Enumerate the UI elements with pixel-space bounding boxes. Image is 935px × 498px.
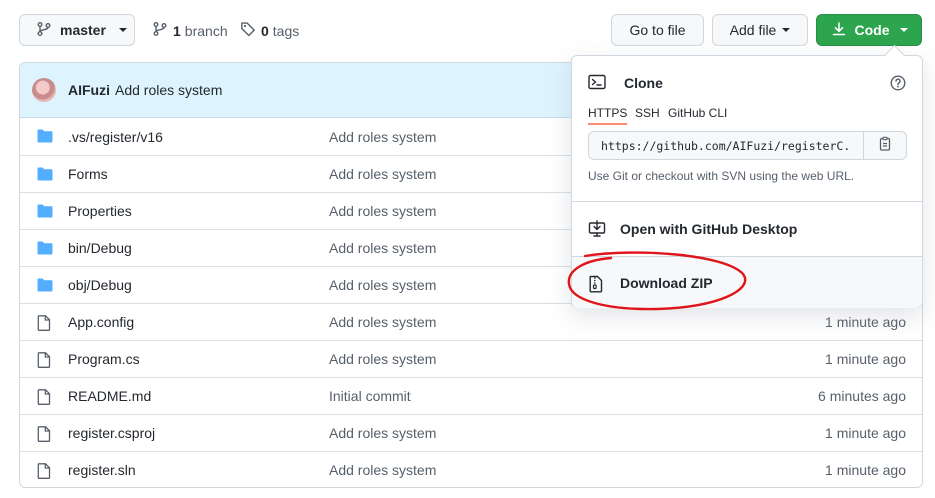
- code-button[interactable]: Code: [816, 14, 922, 46]
- file-row[interactable]: README.md Initial commit 6 minutes ago: [20, 377, 922, 414]
- file-name[interactable]: register.csproj: [68, 425, 155, 441]
- commit-message-link[interactable]: Add roles system: [329, 277, 436, 293]
- commit-message-link[interactable]: Add roles system: [329, 166, 436, 182]
- question-icon[interactable]: [890, 75, 906, 94]
- git-branch-icon: [36, 21, 52, 40]
- clone-url-group: [588, 131, 907, 160]
- branch-select-button[interactable]: master: [19, 14, 135, 46]
- commit-message-link[interactable]: Initial commit: [329, 388, 411, 404]
- chevron-down-icon: [118, 28, 127, 32]
- file-row[interactable]: App.config Add roles system 1 minute ago: [20, 303, 922, 340]
- avatar[interactable]: [32, 78, 56, 102]
- commit-message-link[interactable]: Add roles system: [329, 240, 436, 256]
- commit-message[interactable]: Add roles system: [115, 82, 222, 98]
- tag-count: 0: [261, 22, 269, 39]
- folder-icon: [37, 278, 53, 295]
- terminal-icon: [588, 74, 606, 93]
- commit-time: 1 minute ago: [825, 314, 906, 330]
- tab-github-cli[interactable]: GitHub CLI: [668, 106, 727, 120]
- commit-message-link[interactable]: Add roles system: [329, 129, 436, 145]
- clone-hint: Use Git or checkout with SVN using the w…: [588, 169, 855, 183]
- download-icon: [831, 21, 847, 40]
- tag-word: tags: [272, 22, 300, 39]
- add-file-button[interactable]: Add file: [712, 14, 808, 46]
- file-name[interactable]: register.sln: [68, 462, 136, 478]
- file-row[interactable]: Program.cs Add roles system 1 minute ago: [20, 340, 922, 377]
- commit-message-link[interactable]: Add roles system: [329, 425, 436, 441]
- file-name[interactable]: Forms: [68, 166, 108, 182]
- code-label: Code: [854, 22, 890, 38]
- file-name[interactable]: App.config: [68, 314, 134, 330]
- file-icon: [37, 352, 51, 371]
- open-with-github-desktop[interactable]: Open with GitHub Desktop: [572, 202, 922, 255]
- download-zip[interactable]: Download ZIP: [572, 256, 922, 308]
- branch-name: master: [60, 22, 106, 38]
- commit-message-link[interactable]: Add roles system: [329, 203, 436, 219]
- file-name[interactable]: Program.cs: [68, 351, 140, 367]
- download-zip-label: Download ZIP: [620, 274, 713, 291]
- commit-time: 1 minute ago: [825, 462, 906, 478]
- file-row[interactable]: register.csproj Add roles system 1 minute …: [20, 414, 922, 451]
- tags-link[interactable]: 0 tags: [240, 21, 299, 40]
- commit-message-link[interactable]: Add roles system: [329, 351, 436, 367]
- commit-time: 1 minute ago: [825, 351, 906, 367]
- file-icon: [37, 426, 51, 445]
- folder-icon: [37, 204, 53, 221]
- file-row[interactable]: register.sln Add roles system 1 minute ago: [20, 451, 922, 487]
- file-icon: [37, 389, 51, 408]
- file-zip-icon: [588, 275, 604, 296]
- file-name[interactable]: bin/Debug: [68, 240, 132, 256]
- chevron-down-icon: [782, 28, 791, 32]
- file-name[interactable]: .vs/register/v16: [68, 129, 163, 145]
- branches-link[interactable]: 1 branch: [152, 21, 228, 40]
- file-name[interactable]: Properties: [68, 203, 132, 219]
- go-to-file-button[interactable]: Go to file: [611, 14, 704, 46]
- chevron-down-icon: [899, 28, 908, 32]
- file-icon: [37, 463, 51, 482]
- tab-ssh[interactable]: SSH: [635, 106, 660, 120]
- copy-button[interactable]: [864, 131, 907, 160]
- folder-icon: [37, 129, 53, 146]
- copy-icon: [877, 136, 893, 155]
- file-name[interactable]: obj/Debug: [68, 277, 132, 293]
- code-dropdown-menu: Clone HTTPS SSH GitHub CLI Use Git or ch…: [571, 55, 923, 308]
- commit-message-link[interactable]: Add roles system: [329, 314, 436, 330]
- tab-https[interactable]: HTTPS: [588, 106, 628, 125]
- commit-author[interactable]: AIFuzi: [68, 82, 110, 98]
- clone-title: Clone: [624, 75, 663, 91]
- tag-icon: [240, 21, 261, 40]
- file-icon: [37, 315, 51, 334]
- folder-icon: [37, 241, 53, 258]
- commit-time: 1 minute ago: [825, 425, 906, 441]
- open-desktop-label: Open with GitHub Desktop: [620, 220, 798, 237]
- folder-icon: [37, 167, 53, 184]
- clone-url-input[interactable]: [588, 131, 864, 160]
- file-name[interactable]: README.md: [68, 388, 151, 404]
- add-file-label: Add file: [729, 22, 777, 38]
- branch-count: 1: [173, 22, 181, 39]
- desktop-download-icon: [588, 220, 606, 241]
- git-branch-icon: [152, 21, 173, 40]
- commit-time: 6 minutes ago: [818, 388, 906, 404]
- branch-word: branch: [184, 22, 228, 39]
- commit-message-link[interactable]: Add roles system: [329, 462, 436, 478]
